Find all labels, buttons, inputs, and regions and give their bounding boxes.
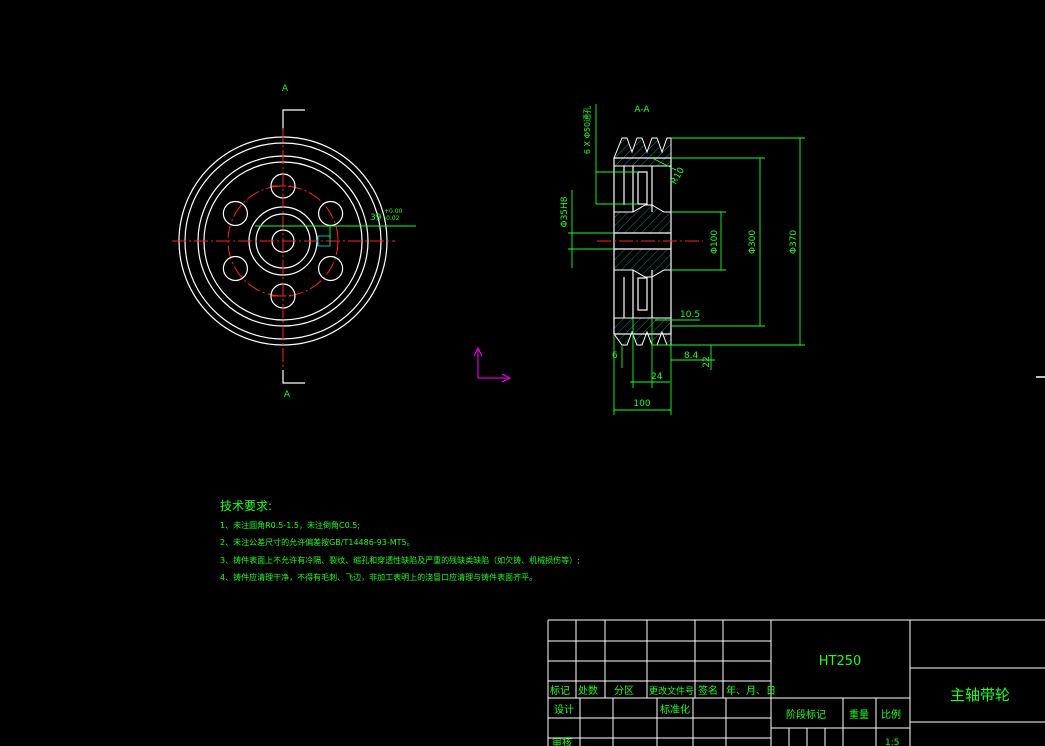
- ucs-icon: [473, 346, 512, 383]
- title-block: 标记 处数 分区 更改文件号 签名 年、月、日 设计 标准化 审核 HT250 …: [547, 619, 1045, 746]
- section-outline: [613, 157, 672, 335]
- front-view: A A +0.00 -0.02 39: [172, 84, 416, 400]
- section-view: A-A Φ370 Φ300 Φ100 Φ35H8 6 X Φ50通孔 R10 1…: [560, 104, 805, 415]
- note-item: 4、铸件应清理干净，不得有毛刺、飞边，非加工表明上的浇冒口应清理与铸件表面齐平。: [220, 572, 537, 582]
- section-label-bottom: A: [284, 390, 291, 400]
- keyway-width-text: 39: [370, 213, 382, 223]
- section-title: A-A: [634, 105, 650, 115]
- radius-text: R10: [669, 166, 687, 187]
- holes-text: 6 X Φ50通孔: [582, 106, 592, 154]
- hub-top-section: [613, 204, 672, 234]
- scale-value: 1:5: [885, 738, 899, 746]
- keyway-tol-upper: +0.00: [384, 208, 403, 215]
- header-label: 标记: [550, 685, 570, 697]
- note-item: 2、未注公差尺寸的允许偏差按GB/T14486-93-MT5。: [220, 537, 415, 547]
- material-text: HT250: [819, 654, 862, 669]
- keyway-tol-lower: -0.02: [384, 215, 400, 222]
- rim-top-section: [613, 137, 672, 167]
- header-label: 更改文件号: [649, 685, 694, 697]
- groove-w-text: 22: [702, 356, 712, 367]
- review-label: 审核: [552, 736, 572, 746]
- notes-title: 技术要求:: [220, 499, 272, 513]
- technical-notes: 技术要求: 1、未注圆角R0.5-1.5，未注倒角C0.5; 2、未注公差尺寸的…: [220, 499, 580, 582]
- groove-depth-text: 10.5: [680, 310, 700, 320]
- width-total-text: 100: [633, 399, 650, 409]
- outer-dia-text: Φ370: [789, 230, 799, 255]
- groove-pitch-text: 8.4: [684, 351, 699, 361]
- web-text: 24: [651, 372, 663, 382]
- part-name: 主轴带轮: [950, 686, 1010, 704]
- standardization-label: 标准化: [660, 703, 690, 716]
- header-label: 处数: [578, 684, 598, 697]
- web-hole-section: [637, 277, 648, 311]
- note-item: 1、未注圆角R0.5-1.5，未注倒角C0.5;: [220, 520, 360, 530]
- header-label: 分区: [614, 685, 634, 697]
- hub-bottom-section: [613, 248, 672, 278]
- pitch-dia-text: Φ300: [748, 230, 758, 255]
- scale-label: 比例: [881, 708, 901, 721]
- bore-text: Φ35H8: [560, 196, 570, 227]
- section-label-top: A: [282, 84, 289, 94]
- rim-bottom-section: [613, 317, 672, 346]
- section-marker-bottom: [282, 370, 305, 384]
- design-label: 设计: [554, 703, 574, 716]
- web-hole-section: [637, 171, 648, 205]
- header-label: 年、月、日: [726, 684, 776, 697]
- cad-drawing-canvas[interactable]: A A +0.00 -0.02 39 A-A Φ370 Φ300 Φ100 Φ3…: [0, 0, 1045, 746]
- edge-text: 6: [612, 351, 618, 361]
- note-item: 3、铸件表面上不允许有冷隔、裂纹、缩孔和穿透性缺陷及严重的残缺类缺陷（如欠铸、机…: [220, 555, 580, 565]
- section-marker-top: [282, 109, 305, 130]
- weight-label: 重量: [849, 708, 869, 721]
- header-label: 签名: [698, 684, 718, 697]
- hub-dia-text: Φ100: [710, 230, 720, 255]
- stage-mark-label: 阶段标记: [786, 708, 826, 721]
